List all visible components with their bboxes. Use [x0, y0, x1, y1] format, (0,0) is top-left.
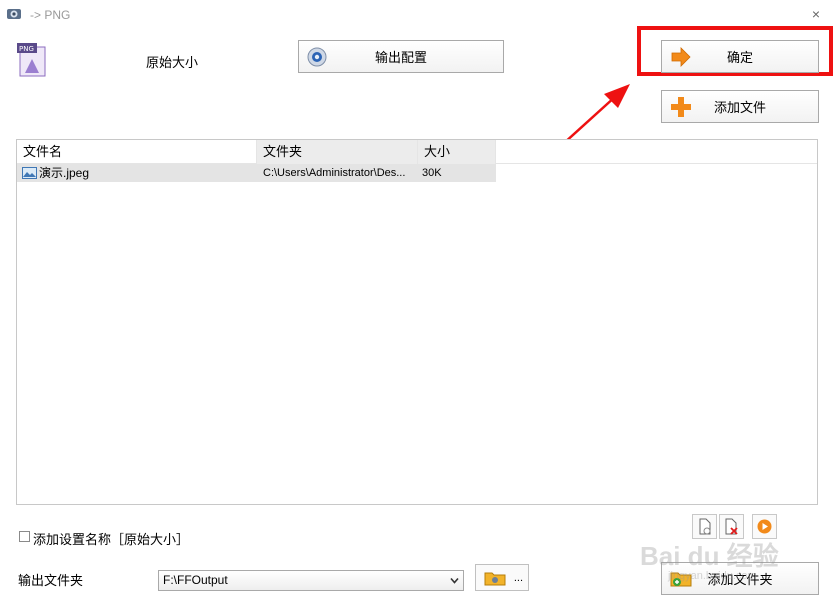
output-folder-value: F:\FFOutput	[163, 573, 228, 587]
add-setting-name-label: 添加设置名称［原始大小］	[33, 532, 190, 547]
add-folder-label: 添加文件夹	[707, 572, 773, 587]
svg-text:PNG: PNG	[19, 45, 34, 53]
close-icon[interactable]: ×	[808, 6, 824, 22]
settings-gear-icon	[307, 47, 327, 66]
column-header-folder[interactable]: 文件夹	[257, 140, 418, 164]
app-icon	[7, 9, 21, 19]
browse-folder-button[interactable]: ...	[475, 564, 529, 591]
row-file-name: 演示.jpeg	[39, 166, 90, 180]
add-file-label: 添加文件	[713, 100, 766, 115]
file-list[interactable]: 文件名 文件夹 大小 演示.jpeg C:\Users\Administrato…	[16, 139, 818, 505]
output-config-button[interactable]: 输出配置	[298, 40, 504, 73]
add-file-button[interactable]: 添加文件	[661, 90, 819, 123]
output-config-label: 输出配置	[374, 50, 427, 65]
arrow-right-icon	[671, 46, 691, 67]
file-info-button[interactable]	[692, 514, 717, 539]
folder-icon	[484, 572, 506, 586]
column-header-size[interactable]: 大小	[418, 140, 496, 164]
output-folder-select[interactable]: F:\FFOutput	[158, 570, 464, 591]
ok-label: 确定	[726, 50, 753, 65]
document-icon	[699, 518, 711, 535]
row-folder: C:\Users\Administrator\Des...	[263, 167, 406, 179]
preset-label: 原始大小	[146, 55, 199, 70]
row-size: 30K	[422, 167, 442, 179]
window-title: -> PNG	[30, 8, 71, 22]
column-header-name[interactable]: 文件名	[17, 140, 257, 164]
table-row[interactable]: 演示.jpeg C:\Users\Administrator\Des... 30…	[17, 164, 496, 182]
plus-icon	[671, 96, 691, 117]
output-folder-label: 输出文件夹	[18, 573, 84, 588]
image-file-icon	[22, 167, 37, 179]
play-icon	[757, 519, 772, 534]
play-button[interactable]	[752, 514, 777, 539]
chevron-down-icon	[450, 577, 459, 584]
add-folder-icon	[670, 572, 692, 586]
file-list-header: 文件名 文件夹 大小	[17, 140, 817, 164]
remove-document-icon	[725, 518, 738, 535]
png-format-icon: PNG	[17, 43, 46, 77]
remove-file-button[interactable]	[719, 514, 744, 539]
browse-dots: ...	[513, 572, 523, 584]
add-folder-button[interactable]: 添加文件夹	[661, 562, 819, 595]
ok-button[interactable]: 确定	[661, 40, 819, 73]
add-setting-name-checkbox[interactable]	[19, 531, 30, 542]
